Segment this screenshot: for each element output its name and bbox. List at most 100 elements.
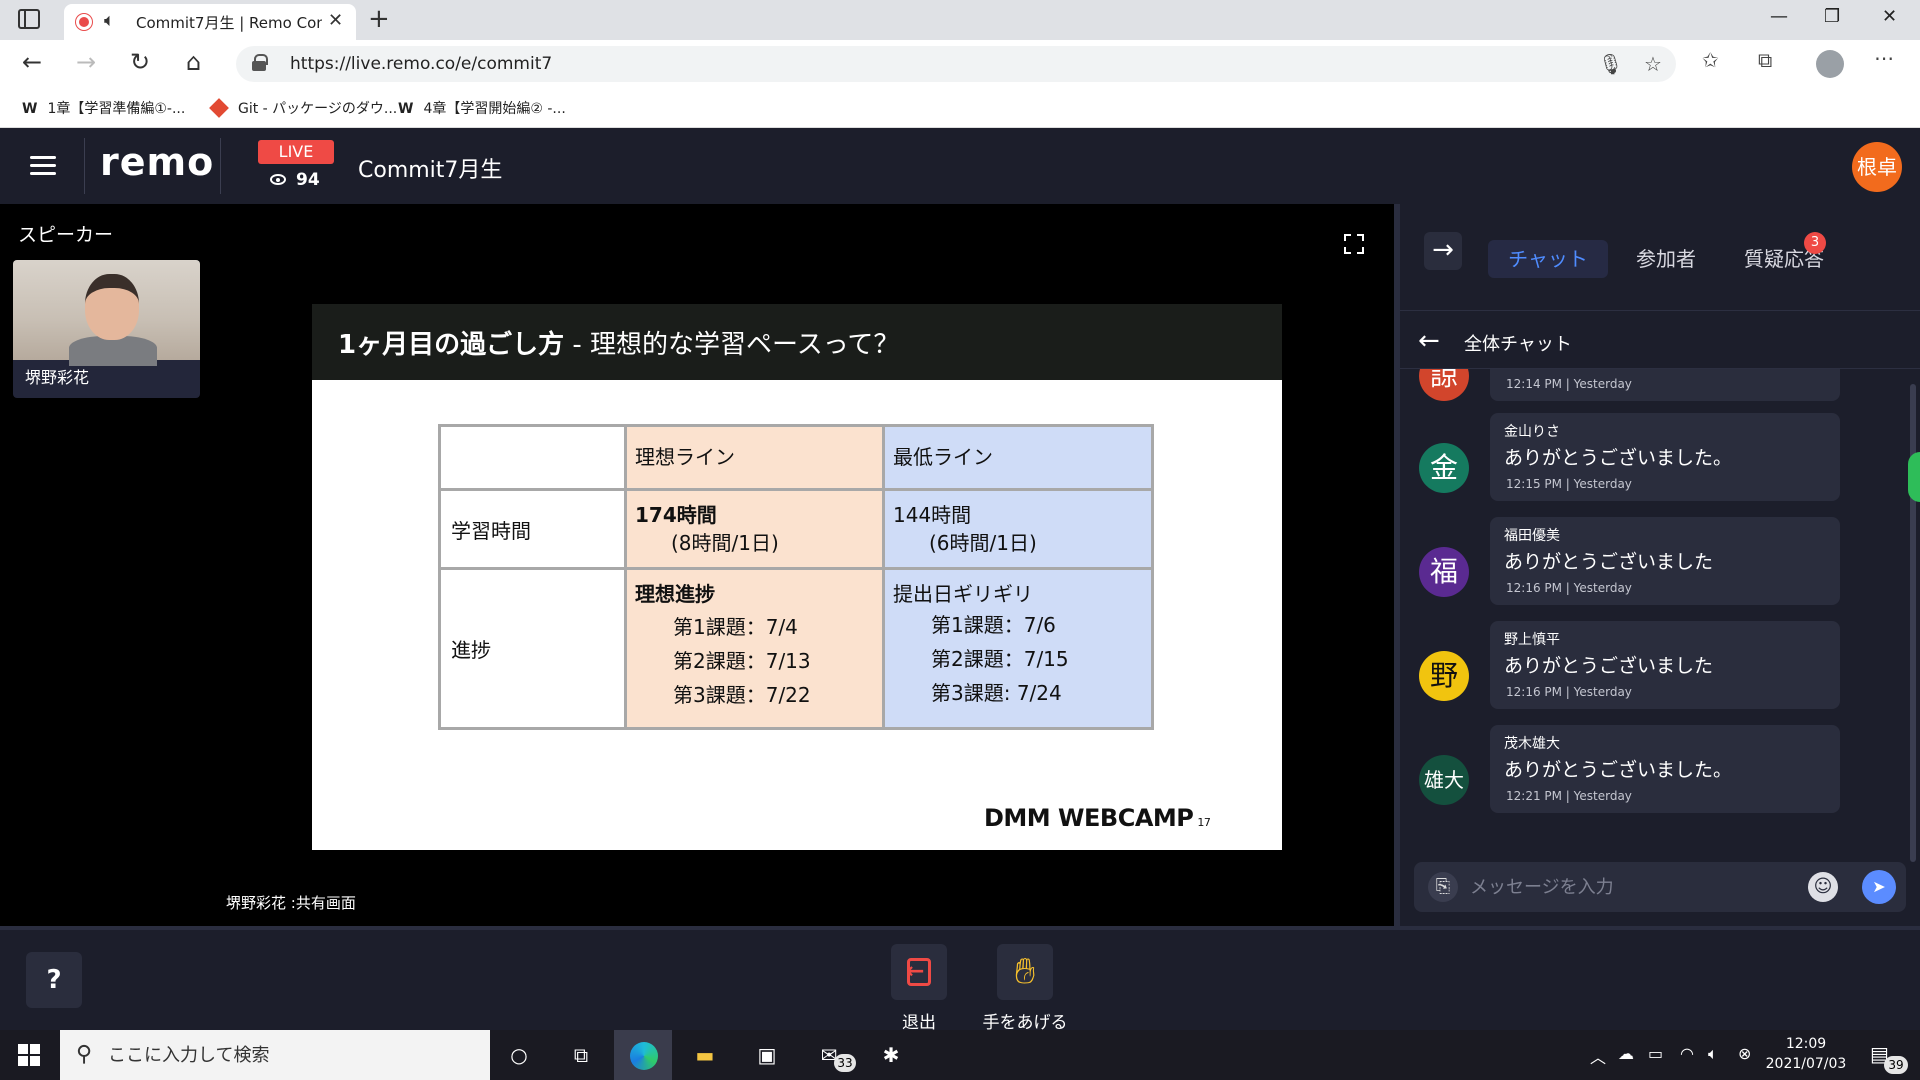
forward-icon[interactable]: → [76,48,96,76]
min-time: 144時間 [893,503,972,527]
chat-message: 茂木雄大 ありがとうございました。 12:21 PM | Yesterday [1490,725,1840,813]
clock-date: 2021/07/03 [1765,1056,1847,1072]
message-avatar[interactable]: 諒 [1419,369,1469,401]
message-time: 12:15 PM | Yesterday [1506,477,1632,491]
bookmark-item[interactable]: Git - パッケージのダウ... [209,98,397,118]
refresh-icon[interactable]: ↻ [130,48,150,76]
slide-page-number: 17 [1197,816,1211,829]
message-text: ありがとうございました [1504,551,1714,573]
store-icon[interactable]: ▣ [752,1040,782,1070]
volume-icon[interactable]: 🔈︎ [1708,1044,1718,1064]
url-text[interactable]: https://live.remo.co/e/commit7 [290,54,552,74]
browser-tab-bar: 🔈︎ Commit7月生 | Remo Conference ✕ + — ❐ ✕ [0,0,1920,40]
ideal-progress-item: 第1課題：7/4 [673,615,798,639]
collapse-panel-button[interactable]: → [1424,232,1462,270]
min-line-header: 最低ライン [882,424,1154,491]
onedrive-icon[interactable]: ☁ [1618,1044,1634,1063]
back-arrow-icon[interactable]: ← [1418,326,1440,356]
notification-count-badge: 39 [1884,1056,1908,1074]
message-avatar[interactable]: 金 [1419,443,1469,493]
new-tab-icon[interactable]: + [368,4,390,34]
user-avatar[interactable]: 根卓 [1852,142,1902,192]
taskbar: ⚲ ○ ⧉ ▬ ▣ ✉ 33 ✱ ︿ ☁ ▭ ◠ 🔈︎ ⊗ 12:09 2021… [0,1030,1920,1080]
windows-start-icon[interactable] [18,1044,40,1066]
collections-icon[interactable]: ⧉ [1758,48,1772,72]
message-sender: 金山りさ [1504,424,1560,440]
cortana-icon[interactable]: ○ [504,1040,534,1070]
side-panel: → チャット 参加者 質疑応答 3 ← 全体チャット 諒 12:14 PM | … [1400,204,1920,926]
fullscreen-icon[interactable] [1344,234,1364,254]
home-icon[interactable]: ⌂ [186,48,201,76]
taskbar-search-input[interactable] [108,1042,468,1068]
maximize-icon[interactable]: ❐ [1824,6,1840,27]
clock-time: 12:09 [1785,1036,1827,1052]
url-field[interactable]: https://live.remo.co/e/commit7 🎙︎ ☆ [236,46,1676,82]
slide-title: 1ヶ月目の過ごし方 - 理想的な学習ペースって？ [338,330,900,360]
exit-tile[interactable] [891,944,947,1000]
chat-message: 12:14 PM | Yesterday [1490,369,1840,401]
paperclip-icon[interactable]: ⎘ [1428,872,1458,902]
viewer-count: 94 [270,170,320,190]
add-favorite-icon[interactable]: ☆ [1644,52,1662,76]
favorites-icon[interactable]: ✩ [1702,48,1719,72]
tab-participants[interactable]: 参加者 [1618,240,1714,278]
exit-button[interactable]: 退出 [864,944,974,1033]
tray-expand-icon[interactable]: ︿ [1590,1044,1606,1068]
wifi-icon[interactable]: ◠ [1680,1044,1694,1063]
ideal-time: 174時間 [635,503,717,527]
table-corner-cell [438,424,627,491]
chat-message-list[interactable]: 諒 12:14 PM | Yesterday 金 金山りさ ありがとうございまし… [1400,369,1908,867]
edge-browser-icon[interactable] [630,1042,658,1070]
wiki-icon: W [22,101,38,117]
message-time: 12:16 PM | Yesterday [1506,685,1632,699]
task-view-icon[interactable]: ⧉ [566,1040,596,1070]
tab-chat[interactable]: チャット [1488,240,1608,278]
slack-icon[interactable]: ✱ [876,1040,906,1070]
tab-actions-icon[interactable] [18,9,40,29]
close-tab-icon[interactable]: ✕ [328,10,343,31]
speaker-name: 堺野彩花 [25,368,90,387]
exit-icon [906,958,931,986]
profile-avatar[interactable] [1816,50,1844,78]
green-edge-handle[interactable] [1908,452,1920,502]
message-time: 12:14 PM | Yesterday [1506,377,1632,391]
header-divider [220,138,221,194]
bookmark-item[interactable]: W 4章【学習開始編② -... [398,98,566,118]
help-button[interactable]: ? [26,952,82,1008]
speaker-heading: スピーカー [18,224,114,246]
message-avatar[interactable]: 野 [1419,651,1469,701]
close-window-icon[interactable]: ✕ [1882,6,1897,27]
battery-icon[interactable]: ▭ [1648,1044,1663,1063]
speaker-tile[interactable]: 堺野彩花 [13,260,200,398]
tab-qa[interactable]: 質疑応答 [1720,240,1848,278]
raise-hand-button[interactable]: ✋︎ 手をあげる [970,944,1080,1033]
menu-icon[interactable] [30,156,56,176]
message-sender: 福田優美 [1504,528,1560,544]
tab-title: Commit7月生 | Remo Conference [136,14,322,32]
qa-count-badge: 3 [1804,232,1826,254]
ideal-progress-cell: 理想進捗 第1課題：7/4 第2課題：7/13 第3課題：7/22 [624,567,885,730]
min-time-cell: 144時間 (6時間/1日) [882,488,1154,570]
message-avatar[interactable]: 福 [1419,547,1469,597]
mute-mic-icon[interactable]: ⊗ [1738,1044,1751,1063]
more-menu-icon[interactable]: ⋯ [1874,46,1894,70]
bookmark-item[interactable]: W 1章【学習準備編①-... [22,98,185,118]
back-icon[interactable]: ← [22,48,42,76]
file-explorer-icon[interactable]: ▬ [690,1040,720,1070]
message-avatar[interactable]: 雄大 [1419,755,1469,805]
send-button[interactable]: ➤ [1862,870,1896,904]
system-clock[interactable]: 12:09 2021/07/03 [1764,1034,1848,1074]
microphone-icon[interactable]: 🎙︎ [1598,52,1623,76]
minimize-icon[interactable]: — [1770,6,1788,27]
speaker-audio-icon[interactable]: 🔈︎ [104,10,115,31]
emoji-icon[interactable]: ☺ [1808,872,1838,902]
dmm-webcamp-logo: DMM WEBCAMP 17 [984,804,1211,832]
taskbar-search[interactable]: ⚲ [60,1030,490,1080]
remo-logo: remo [100,140,215,184]
wiki-icon: W [398,101,414,117]
browser-tab[interactable]: 🔈︎ Commit7月生 | Remo Conference ✕ [64,4,356,40]
message-input[interactable] [1470,870,1790,904]
lock-icon[interactable] [252,54,268,71]
min-progress-item: 第2課題：7/15 [931,647,1069,671]
raise-hand-tile[interactable]: ✋︎ [997,944,1053,1000]
